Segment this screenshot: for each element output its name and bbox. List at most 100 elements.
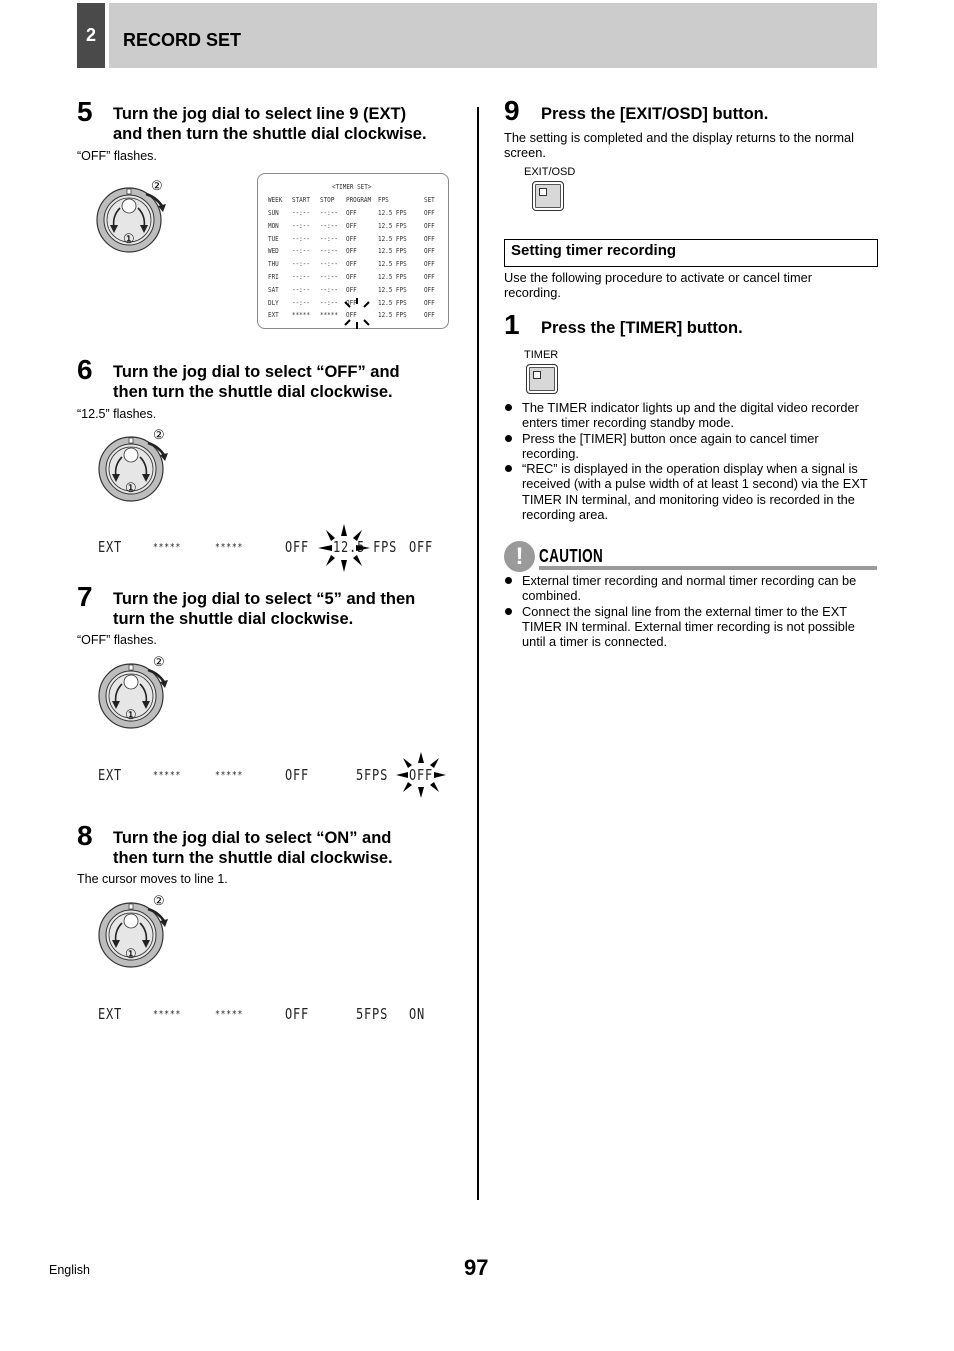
timer-table-cell: --:--	[320, 247, 338, 256]
timer-table-cell: --:--	[320, 273, 338, 281]
osd-start: *****	[153, 1009, 182, 1020]
jog-shuttle-dial-icon: ② ①	[97, 893, 178, 975]
flashing-indicator-icon	[318, 524, 370, 572]
timer-table-cell: *****	[320, 311, 338, 320]
jog-shuttle-dial-icon: ② ①	[97, 654, 178, 736]
step-7-title-line1: Turn the jog dial to select “5” and then	[113, 590, 416, 608]
timer-table-cell: TUE	[268, 234, 279, 243]
jog-shuttle-dial-icon: ② ①	[95, 178, 176, 260]
step-7-note: “OFF” flashes.	[77, 633, 157, 647]
timer-table-cell: DLY	[268, 298, 279, 307]
section-step-1-number: 1	[504, 309, 520, 340]
osd-set: OFF	[409, 538, 434, 556]
jog-label: ①	[125, 707, 137, 722]
jog-label: ①	[123, 231, 135, 246]
timer-table-cell: --:--	[292, 298, 310, 307]
timer-table-cell: OFF	[346, 221, 357, 230]
timer-table-cell: 12.5 FPS	[378, 221, 407, 230]
timer-table-cell: OFF	[346, 234, 357, 243]
indicator-led	[533, 371, 541, 379]
step-5-title-line1: Turn the jog dial to select line 9 (EXT)	[113, 105, 407, 123]
timer-table-cell: --:--	[320, 298, 338, 307]
section-step-1-title: Press the [TIMER] button.	[541, 319, 743, 337]
osd-program: OFF	[285, 538, 310, 556]
timer-table-cell: --:--	[292, 209, 310, 217]
timer-table-cell: --:--	[292, 273, 310, 281]
timer-table-cell: 12.5 FPS	[378, 285, 407, 294]
step-7-title-line2: turn the shuttle dial clockwise.	[113, 610, 354, 628]
timer-table-cell: --:--	[320, 209, 338, 217]
timer-table-header: SET	[424, 196, 435, 204]
jog-label: ①	[125, 480, 137, 495]
timer-table-cell: --:--	[292, 260, 310, 269]
step-6-title-line2: then turn the shuttle dial clockwise.	[113, 383, 393, 401]
timer-table-cell: OFF	[424, 273, 435, 281]
timer-table-cell: OFF	[424, 311, 435, 320]
timer-table-cell: --:--	[292, 247, 310, 256]
timer-table-header: PROGRAM	[346, 196, 372, 204]
page-number: 97	[464, 1255, 489, 1280]
chapter-title: RECORD SET	[123, 30, 242, 50]
section-intro: Use the following procedure to activate …	[504, 270, 812, 301]
jog-label: ①	[125, 946, 137, 961]
step-5-note: “OFF” flashes.	[77, 149, 157, 163]
timer-table-cell: MON	[268, 221, 279, 230]
osd-program: OFF	[285, 1005, 310, 1023]
osd-program: OFF	[285, 766, 310, 784]
osd-line-step-6: EXT ***** ***** OFF 12.5 FPS OFF	[98, 538, 448, 558]
indicator-led	[539, 188, 547, 196]
chapter-number: 2	[77, 3, 105, 68]
section-title: Setting timer recording	[511, 242, 677, 259]
step-6-note: “12.5” flashes.	[77, 407, 157, 421]
step-9-title: Press the [EXIT/OSD] button.	[541, 105, 769, 123]
step-7-number: 7	[77, 581, 93, 612]
timer-table-cell: 12.5 FPS	[378, 209, 407, 217]
list-item: “REC” is displayed in the operation disp…	[504, 461, 878, 522]
timer-table-cell: OFF	[424, 260, 435, 269]
step-6-number: 6	[77, 354, 93, 385]
timer-table-cell: OFF	[346, 260, 357, 269]
jog-shuttle-dial-icon: ② ①	[97, 427, 178, 509]
timer-table-cell: SAT	[268, 285, 279, 294]
footer-language: English	[49, 1263, 90, 1277]
list-item: Press the [TIMER] button once again to c…	[504, 431, 878, 462]
step-5-title: Turn the jog dial to select line 9 (EXT)…	[113, 104, 427, 144]
timer-table-cell: OFF	[346, 273, 357, 281]
shuttle-label: ②	[153, 654, 165, 669]
timer-table-cell: OFF	[424, 247, 435, 256]
timer-table-cell: --:--	[320, 260, 338, 269]
step-6-title-line1: Turn the jog dial to select “OFF” and	[113, 363, 400, 381]
osd-fps: 5FPS	[356, 1005, 389, 1023]
step-8-number: 8	[77, 820, 93, 851]
timer-set-title: <TIMER SET>	[332, 183, 372, 191]
timer-table-header: STOP	[320, 196, 335, 204]
timer-table-cell: THU	[268, 260, 279, 269]
step-5-number: 5	[77, 96, 93, 127]
step-9-description: The setting is completed and the display…	[504, 130, 854, 161]
timer-table-cell: OFF	[346, 247, 357, 256]
step-8-title: Turn the jog dial to select “ON” and the…	[113, 828, 393, 868]
timer-table-cell: OFF	[424, 209, 435, 217]
timer-table-header: FPS	[378, 196, 389, 204]
exit-osd-button-icon	[532, 181, 564, 211]
timer-table-cell: 12.5 FPS	[378, 234, 407, 243]
timer-table-header: START	[292, 196, 310, 204]
shuttle-label: ②	[153, 427, 165, 442]
column-divider	[477, 107, 479, 1200]
list-item: Connect the signal line from the externa…	[504, 604, 878, 650]
list-item: The TIMER indicator lights up and the di…	[504, 400, 878, 431]
osd-stop: *****	[215, 542, 244, 553]
osd-stop: *****	[215, 1009, 244, 1020]
flashing-indicator-icon	[396, 752, 446, 798]
step-8-title-line2: then turn the shuttle dial clockwise.	[113, 849, 393, 867]
exit-osd-button-label: EXIT/OSD	[524, 166, 576, 178]
osd-fps: 5FPS	[356, 766, 389, 784]
shuttle-label: ②	[151, 178, 163, 193]
timer-table-cell: --:--	[292, 221, 310, 230]
timer-table-cell: EXT	[268, 311, 279, 320]
flashing-indicator-icon	[344, 298, 370, 329]
timer-table-cell: --:--	[292, 285, 310, 294]
timer-table-cell: 12.5 FPS	[378, 298, 407, 307]
timer-table-cell: OFF	[346, 209, 357, 217]
timer-table-cell: OFF	[424, 298, 435, 307]
